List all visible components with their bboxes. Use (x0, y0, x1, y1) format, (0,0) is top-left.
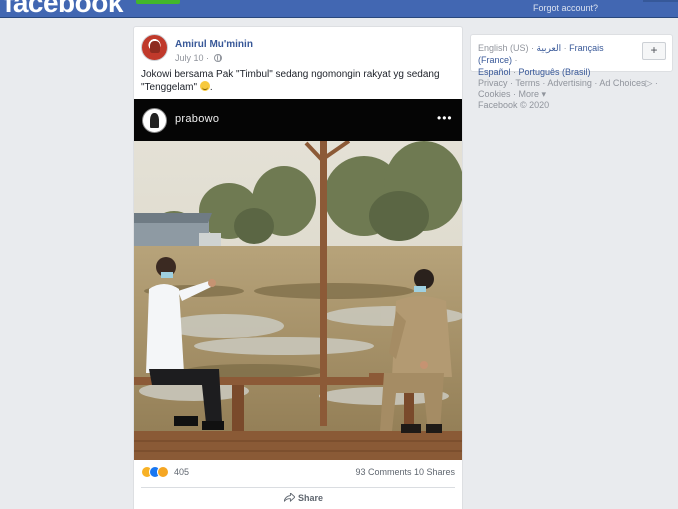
share-label: Share (298, 493, 324, 503)
copyright: Facebook © 2020 (478, 100, 550, 110)
author-name-link[interactable]: Amirul Mu'minin (175, 39, 253, 50)
reaction-count[interactable]: 405 (174, 467, 189, 477)
author-avatar[interactable] (141, 34, 168, 61)
language-arabic[interactable]: العربية (537, 43, 562, 53)
terms-link[interactable]: Terms (515, 78, 540, 88)
privacy-link[interactable]: Privacy (478, 78, 508, 88)
signup-button[interactable] (136, 0, 180, 4)
login-button[interactable] (643, 0, 678, 2)
language-selector-box: English (US) · العربية · Français (Franc… (470, 34, 673, 77)
share-button[interactable]: Share (284, 493, 323, 503)
cookies-link[interactable]: Cookies (478, 89, 511, 99)
language-english: English (US) (478, 43, 529, 53)
post-date[interactable]: July 10 · (175, 53, 209, 63)
post-image[interactable]: prabowo ••• (134, 99, 462, 460)
more-languages-button[interactable]: + (642, 42, 666, 60)
more-dropdown-icon: ▾ (539, 89, 547, 99)
embedded-username: prabowo (175, 113, 220, 125)
post-timestamp[interactable]: July 10 · (175, 53, 222, 63)
language-spanish[interactable]: Español (478, 67, 511, 77)
footer-links: Privacy · Terms · Advertising · Ad Choic… (478, 78, 658, 110)
globe-icon (213, 54, 222, 62)
ad-choices-icon: ▷ (645, 78, 653, 88)
post-text: Jokowi bersama Pak "Timbul" sedang ngomo… (141, 69, 440, 93)
top-navigation-bar: facebook Forgot account? (0, 0, 678, 18)
embedded-instagram-header: prabowo ••• (134, 99, 462, 141)
forgot-account-link[interactable]: Forgot account? (533, 3, 598, 13)
comments-shares-count[interactable]: 93 Comments 10 Shares (355, 467, 455, 477)
divider (141, 487, 455, 488)
post-header: Amirul Mu'minin July 10 · (141, 34, 441, 66)
post-text-content: Jokowi bersama Pak "Timbul" sedang ngomo… (141, 69, 440, 93)
wow-reaction-icon (157, 466, 169, 478)
advertising-link[interactable]: Advertising (547, 78, 592, 88)
post-card: Amirul Mu'minin July 10 · Jokowi bersama… (133, 26, 463, 509)
photo-scene (134, 141, 462, 460)
avatar-figure (150, 41, 160, 53)
reactions-summary[interactable]: 405 93 Comments 10 Shares (141, 466, 455, 482)
language-list: English (US) · العربية · Français (Franc… (478, 43, 604, 77)
share-arrow-icon (284, 493, 295, 502)
more-link[interactable]: More (519, 89, 540, 99)
embedded-avatar (142, 108, 167, 133)
grinning-sweat-emoji-icon (199, 81, 210, 91)
more-options-icon: ••• (437, 111, 453, 125)
ad-choices-link[interactable]: Ad Choices (599, 78, 645, 88)
facebook-logo[interactable]: facebook (4, 0, 123, 17)
language-portuguese[interactable]: Português (Brasil) (519, 67, 591, 77)
